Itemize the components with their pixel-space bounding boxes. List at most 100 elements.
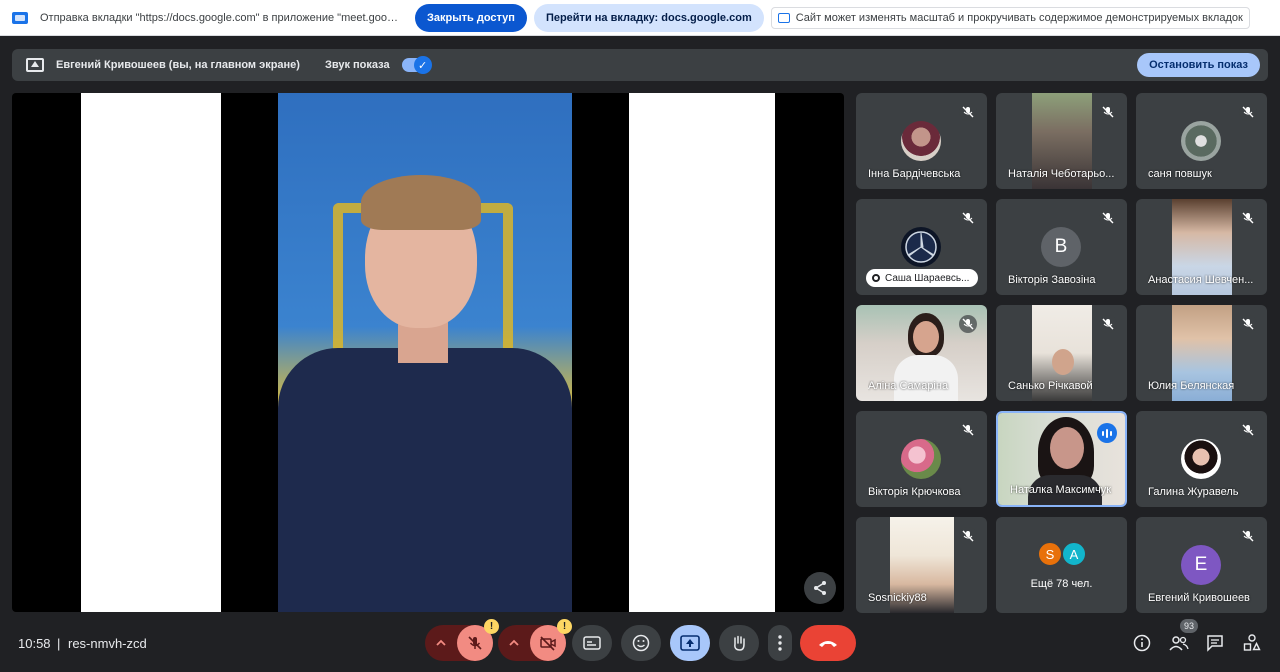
present-screen-icon: [26, 58, 44, 72]
meeting-code[interactable]: res-nmvh-zcd: [68, 636, 147, 651]
microphone-control: !: [425, 619, 499, 661]
leave-call-button[interactable]: [800, 625, 856, 661]
mercedes-logo-avatar: [901, 227, 941, 267]
participant-name: Аліна Самаріна: [868, 380, 949, 392]
activities-icon[interactable]: [1241, 632, 1263, 654]
participant-name: Наталія Чеботарьо...: [1008, 168, 1115, 180]
person-body-shape: [894, 355, 958, 401]
avatar: [901, 121, 941, 161]
person-body-shape: [278, 348, 572, 612]
raise-hand-button[interactable]: [719, 625, 759, 661]
more-participants-avatars: S A: [1037, 541, 1087, 567]
hand-icon: [734, 635, 745, 651]
participant-tile[interactable]: Анастасия Шевчен...: [1136, 199, 1267, 295]
participant-tile[interactable]: Юлия Белянская: [1136, 305, 1267, 401]
participant-tile[interactable]: Наталія Чеботарьо...: [996, 93, 1127, 189]
presentation-stage: [12, 93, 844, 612]
share-icon[interactable]: [804, 572, 836, 604]
participant-name: Анастасия Шевчен...: [1148, 274, 1254, 286]
participant-name: саня повшук: [1148, 168, 1212, 180]
mic-off-icon: [1239, 527, 1257, 545]
presented-video: [278, 93, 572, 612]
presentation-audio-toggle[interactable]: ✓: [401, 56, 432, 74]
avatar: В: [1041, 227, 1081, 267]
warning-icon: !: [484, 619, 499, 634]
chevron-up-icon[interactable]: [425, 625, 457, 661]
mic-off-icon: [1239, 315, 1257, 333]
mic-off-icon: [1099, 103, 1117, 121]
participant-tile[interactable]: Саша Шараевсь...: [856, 199, 987, 295]
sharing-status-text: Отправка вкладки "https://docs.google.co…: [40, 11, 403, 24]
person-hair-shape: [361, 175, 481, 230]
switch-to-tab-button[interactable]: Перейти на вкладку: docs.google.com: [533, 3, 764, 32]
camera-toggle-button[interactable]: !: [530, 619, 572, 661]
participant-tile-self[interactable]: Е Евгений Кривошеев: [1136, 517, 1267, 613]
zoom-permission-text: Сайт может изменять масштаб и прокручива…: [795, 11, 1243, 24]
document-page-left: [81, 93, 221, 612]
avatar: A: [1061, 541, 1087, 567]
tab-sharing-bar: Отправка вкладки "https://docs.google.co…: [0, 0, 1280, 36]
screen-share-icon: [12, 11, 28, 24]
reactions-button[interactable]: [621, 625, 661, 661]
participant-name: Вікторія Завозіна: [1008, 274, 1096, 286]
present-icon: [680, 635, 700, 651]
participant-name: Наталка Максимчук: [1010, 484, 1112, 496]
chevron-up-icon[interactable]: [498, 625, 530, 661]
presentation-audio-label: Звук показа: [324, 59, 390, 71]
mic-off-icon: [1239, 209, 1257, 227]
captions-icon: [583, 636, 601, 650]
participant-tile[interactable]: саня повшук: [1136, 93, 1267, 189]
person-head-shape: [913, 321, 939, 353]
zoom-permission-note[interactable]: Сайт может изменять масштаб и прокручива…: [770, 6, 1250, 29]
person-head-shape: [1052, 349, 1074, 375]
participant-name-pill: Саша Шараевсь...: [866, 269, 978, 287]
avatar: Е: [1181, 545, 1221, 585]
mic-off-icon: [1239, 103, 1257, 121]
meeting-details-icon[interactable]: [1131, 632, 1153, 654]
captions-button[interactable]: [572, 625, 612, 661]
emoji-icon: [632, 634, 650, 652]
mic-off-icon: [959, 315, 977, 333]
participant-tile[interactable]: Санькo Річкавой: [996, 305, 1127, 401]
participant-name: Вікторія Крючкова: [868, 486, 961, 498]
meeting-time: 10:58: [18, 636, 51, 651]
pin-icon: [872, 274, 880, 282]
participant-name: Інна Бардічевська: [868, 168, 961, 180]
person-head-shape: [1050, 427, 1084, 469]
participant-tile[interactable]: Галина Журавель: [1136, 411, 1267, 507]
participant-name: Галина Журавель: [1148, 486, 1239, 498]
participant-name: Юлия Белянская: [1148, 380, 1235, 392]
participant-name: Санькo Річкавой: [1008, 380, 1093, 392]
hangup-icon: [819, 641, 837, 647]
mic-toggle-button[interactable]: !: [457, 619, 499, 661]
participant-tile[interactable]: Інна Бардічевська: [856, 93, 987, 189]
chat-icon[interactable]: [1204, 632, 1226, 654]
warning-icon: !: [557, 619, 572, 634]
participant-tile[interactable]: В Вікторія Завозіна: [996, 199, 1127, 295]
avatar: [901, 439, 941, 479]
participant-tile[interactable]: Вікторія Крючкова: [856, 411, 987, 507]
avatar: [1181, 439, 1221, 479]
more-options-button[interactable]: [768, 625, 792, 661]
mic-off-icon: [959, 209, 977, 227]
participant-tile[interactable]: Аліна Самаріна: [856, 305, 987, 401]
mic-off-icon: [1099, 209, 1117, 227]
stop-sharing-button[interactable]: Закрыть доступ: [415, 3, 527, 32]
present-now-button[interactable]: [670, 625, 710, 661]
zoom-scroll-icon: [777, 12, 790, 23]
more-vert-icon: [778, 635, 782, 651]
mic-off-icon: [1239, 421, 1257, 439]
participant-name: Саша Шараевсь...: [885, 272, 970, 284]
participant-tile-speaking[interactable]: Наталка Максимчук: [996, 411, 1127, 507]
participant-name: Sosnickiy88: [868, 592, 927, 604]
mic-off-icon: [1099, 315, 1117, 333]
speaking-indicator-icon: [1097, 423, 1117, 443]
stop-presenting-button[interactable]: Остановить показ: [1137, 53, 1260, 77]
participant-name: Евгений Кривошеев: [1148, 592, 1250, 604]
more-participants-tile[interactable]: S A Ещё 78 чел.: [996, 517, 1127, 613]
people-icon[interactable]: [1168, 632, 1190, 654]
participant-tile[interactable]: Sosnickiy88: [856, 517, 987, 613]
presenter-name: Евгений Кривошеев (вы, на главном экране…: [56, 59, 300, 71]
document-page-right: [629, 93, 775, 612]
avatar: S: [1037, 541, 1063, 567]
